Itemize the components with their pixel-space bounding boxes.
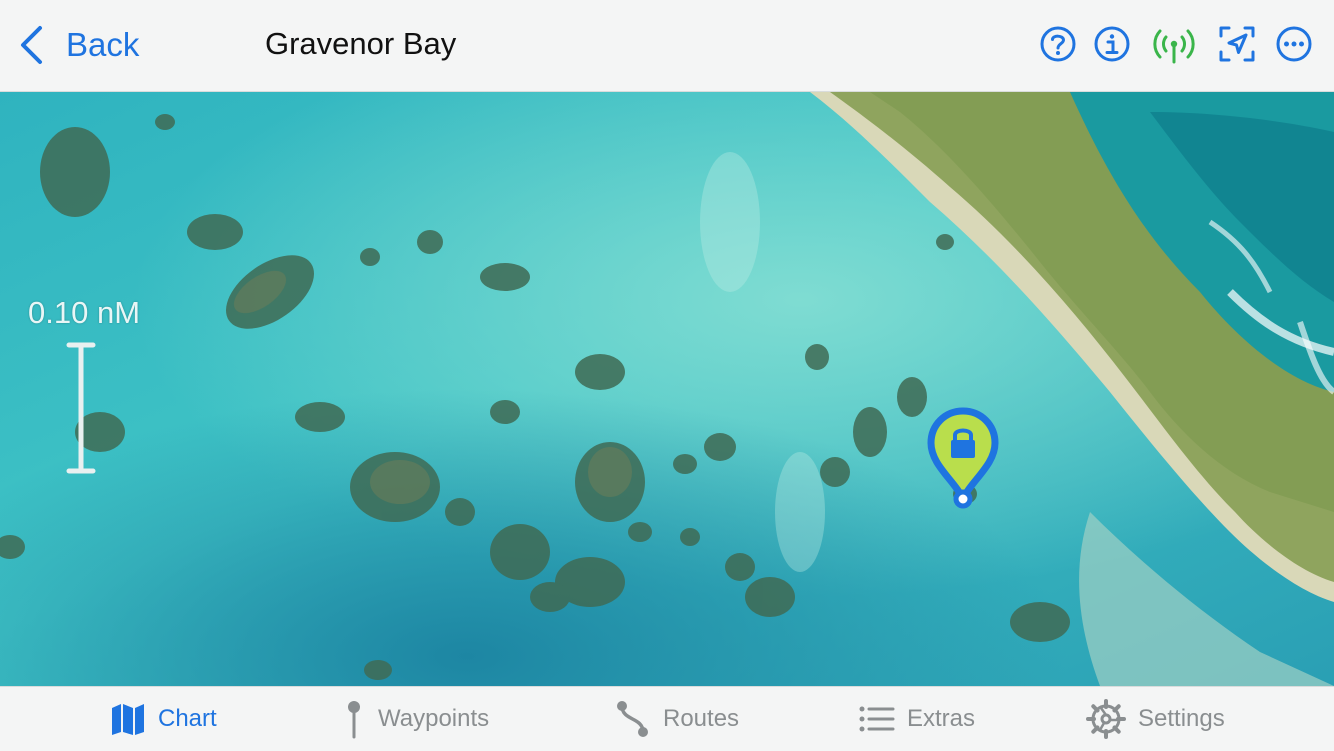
- route-icon: [617, 701, 648, 737]
- back-button[interactable]: Back: [18, 22, 139, 68]
- chevron-left-icon: [21, 26, 42, 64]
- info-icon[interactable]: [1092, 24, 1132, 64]
- tab-extras[interactable]: Extras: [859, 687, 975, 751]
- tab-label: Chart: [158, 705, 217, 732]
- gps-signal-icon[interactable]: [1152, 24, 1196, 64]
- list-icon: [859, 706, 895, 732]
- scale-label: 0.10 nM: [28, 295, 141, 330]
- tab-routes[interactable]: Routes: [615, 687, 739, 751]
- gear-icon: [1086, 699, 1126, 739]
- map-icon: [112, 704, 144, 735]
- navigation-bar: Back Gravenor Bay: [0, 0, 1334, 92]
- tab-label: Extras: [907, 705, 976, 732]
- tab-label: Waypoints: [378, 705, 490, 732]
- page-title: Gravenor Bay: [265, 26, 457, 61]
- help-icon[interactable]: [1038, 24, 1078, 64]
- satellite-map[interactable]: 0.10 nM: [0, 92, 1334, 686]
- tab-label: Settings: [1138, 705, 1225, 732]
- tab-bar: Chart Waypoints Routes Extras Settings: [0, 686, 1334, 750]
- tab-settings[interactable]: Settings: [1086, 687, 1225, 751]
- satellite-imagery: [0, 92, 1334, 686]
- tab-waypoints[interactable]: Waypoints: [342, 687, 489, 751]
- locked-waypoint-marker[interactable]: [926, 407, 1000, 513]
- pin-icon: [348, 701, 360, 739]
- back-button-label: Back: [66, 26, 140, 63]
- tab-label: Routes: [663, 705, 740, 732]
- recenter-location-icon[interactable]: [1217, 24, 1257, 64]
- tab-chart[interactable]: Chart: [110, 687, 217, 751]
- more-icon[interactable]: [1274, 24, 1314, 64]
- scale-bar: [66, 342, 96, 474]
